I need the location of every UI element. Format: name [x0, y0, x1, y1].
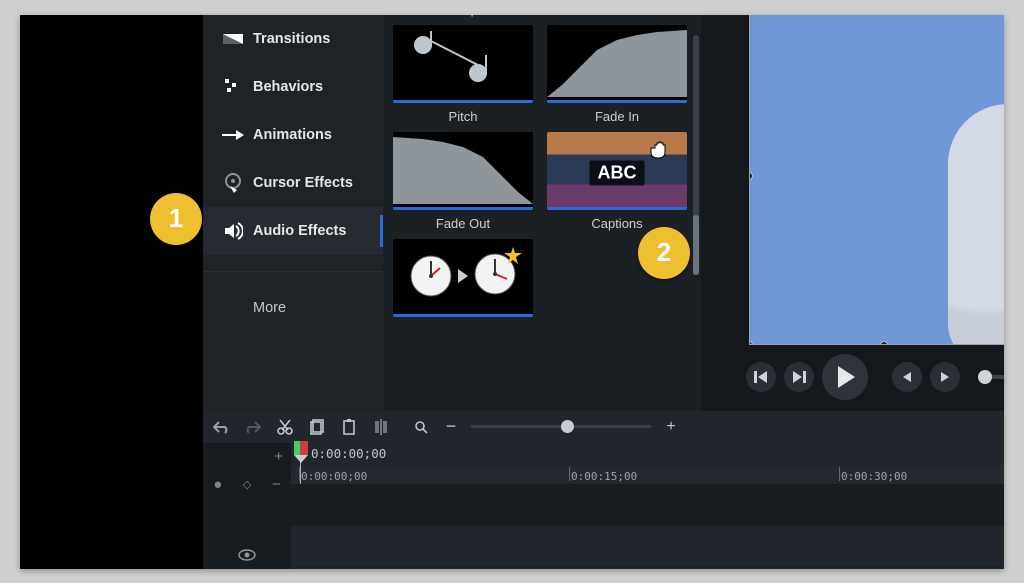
sidebar-item-label: Behaviors [253, 79, 323, 95]
preview-subject [948, 104, 1004, 345]
resize-handle[interactable] [749, 172, 753, 180]
effect-card-fade-out[interactable]: Fade Out [393, 132, 533, 231]
preview-pane [701, 15, 1004, 411]
captions-abc-overlay: ABC [590, 160, 645, 185]
sidebar-item-label: Animations [253, 127, 332, 143]
zoom-in-button[interactable]: + [661, 417, 681, 437]
prev-frame-button[interactable] [746, 362, 776, 392]
grab-cursor-icon [647, 138, 669, 160]
effects-panel: Audio Compression Noise Removal [383, 15, 701, 411]
effect-label: Fade Out [436, 216, 490, 231]
track-lane[interactable] [291, 526, 1004, 568]
zoom-slider[interactable] [471, 425, 651, 428]
annotation-2: 2 [638, 227, 690, 279]
animations-icon [217, 129, 249, 141]
cursor-effects-icon [217, 173, 249, 193]
track-area[interactable]: 0:00:00;00 0:00:00;00 0:00:15;00 0:00:30… [291, 443, 1004, 569]
effect-label: Audio Compression [406, 15, 519, 17]
effect-thumb-pitch [393, 25, 533, 103]
sidebar-item-behaviors[interactable]: Behaviors [203, 63, 383, 111]
annotation-1: 1 [150, 193, 202, 245]
track-lane[interactable] [291, 484, 1004, 526]
sidebar-more-label: More [253, 300, 286, 316]
split-button[interactable] [371, 417, 391, 437]
effect-card-audio-compression[interactable]: Audio Compression [393, 15, 533, 17]
sidebar-item-label: Transitions [253, 31, 330, 47]
time-readout: 0:00:00;00 [311, 446, 386, 461]
effect-card-clip-speed[interactable]: Clip Speed [393, 239, 533, 338]
effect-label: Pitch [449, 109, 478, 124]
marker-icon: ● [213, 476, 222, 493]
ruler-tick: 0:00:30;00 [841, 470, 907, 483]
effect-label: Captions [591, 216, 642, 231]
preview-canvas[interactable] [749, 15, 1004, 345]
effect-card-noise-removal[interactable]: Noise Removal [547, 15, 687, 17]
track-lane[interactable] [291, 568, 1004, 569]
sidebar-item-label: Cursor Effects [253, 175, 353, 191]
play-button[interactable] [822, 354, 868, 400]
eye-icon [238, 549, 256, 561]
effect-card-pitch[interactable]: Pitch [393, 25, 533, 124]
camtasia-window: Transitions Behaviors Animations [20, 15, 1004, 569]
effect-thumb-fade-out [393, 132, 533, 210]
undo-button[interactable] [211, 417, 231, 437]
effect-thumb-captions: ABC [547, 132, 687, 210]
effect-label: Noise Removal [573, 15, 661, 17]
effect-thumb-fade-in [547, 25, 687, 103]
effect-thumb-clip-speed [393, 239, 533, 317]
effects-sidebar: Transitions Behaviors Animations [203, 15, 383, 411]
prev-marker-button[interactable] [892, 362, 922, 392]
redo-button[interactable] [243, 417, 263, 437]
annotation-label: 2 [657, 237, 671, 268]
transitions-icon [217, 32, 249, 46]
next-frame-button[interactable] [784, 362, 814, 392]
effect-card-captions[interactable]: ABC Captions [547, 132, 687, 231]
sidebar-more-button[interactable]: More [203, 288, 383, 328]
effects-scrollbar[interactable] [693, 35, 699, 275]
remove-track-button[interactable]: − [272, 476, 281, 493]
tracks-background [291, 484, 1004, 569]
annotation-label: 1 [169, 203, 183, 234]
zoom-slider-thumb[interactable] [561, 420, 574, 433]
resize-handle[interactable] [749, 341, 753, 345]
playhead-marker-icon [294, 441, 308, 463]
sidebar-item-label: Audio Effects [253, 223, 346, 239]
cut-button[interactable] [275, 417, 295, 437]
zoom-out-button[interactable]: − [441, 417, 461, 437]
track-visibility-button[interactable] [203, 541, 291, 569]
timeline-panel: − + + ● ◇ − [203, 411, 1004, 569]
effect-label: Fade In [595, 109, 639, 124]
ruler-tick: 0:00:15;00 [571, 470, 637, 483]
audio-effects-icon [217, 222, 249, 240]
slider-thumb[interactable] [978, 370, 992, 384]
sidebar-item-animations[interactable]: Animations [203, 111, 383, 159]
next-marker-button[interactable] [930, 362, 960, 392]
star-icon [504, 247, 522, 265]
zoom-controls: − + [411, 417, 681, 437]
transport-controls [746, 357, 1004, 397]
copy-button[interactable] [307, 417, 327, 437]
zoom-fit-button[interactable] [411, 417, 431, 437]
track-controls: + ● ◇ − [203, 443, 291, 569]
behaviors-icon [217, 79, 249, 95]
paste-button[interactable] [339, 417, 359, 437]
sidebar-item-transitions[interactable]: Transitions [203, 15, 383, 63]
add-track-button[interactable]: + [203, 443, 291, 471]
sidebar-item-audio-effects[interactable]: Audio Effects [203, 207, 383, 255]
ruler-tick: 0:00:00;00 [301, 470, 367, 483]
resize-handle[interactable] [880, 341, 888, 345]
sidebar-item-cursor-effects[interactable]: Cursor Effects [203, 159, 383, 207]
effect-card-fade-in[interactable]: Fade In [547, 25, 687, 124]
timeline-toolbar: − + [203, 411, 1004, 443]
playback-position-slider[interactable] [978, 375, 1004, 379]
time-ruler[interactable]: 0:00:00;00 0:00:15;00 0:00:30;00 [291, 466, 1004, 484]
keyframe-icon: ◇ [243, 478, 251, 491]
track-header[interactable]: ● ◇ − [203, 471, 291, 499]
effects-scrollbar-thumb[interactable] [693, 215, 699, 275]
sidebar-separator [203, 271, 383, 272]
